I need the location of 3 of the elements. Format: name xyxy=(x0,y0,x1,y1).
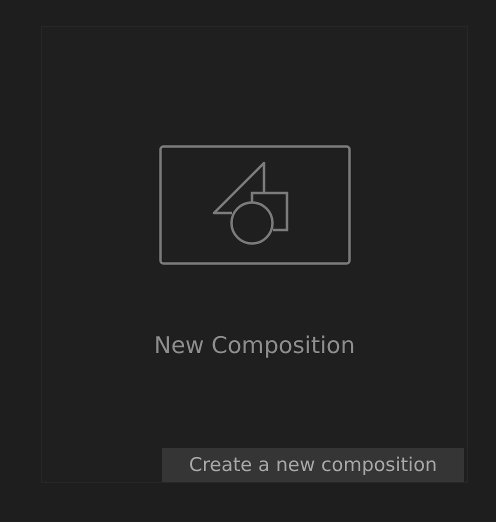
card-title: New Composition xyxy=(154,332,356,360)
composition-icon xyxy=(158,145,350,267)
tooltip: Create a new composition xyxy=(162,448,464,482)
